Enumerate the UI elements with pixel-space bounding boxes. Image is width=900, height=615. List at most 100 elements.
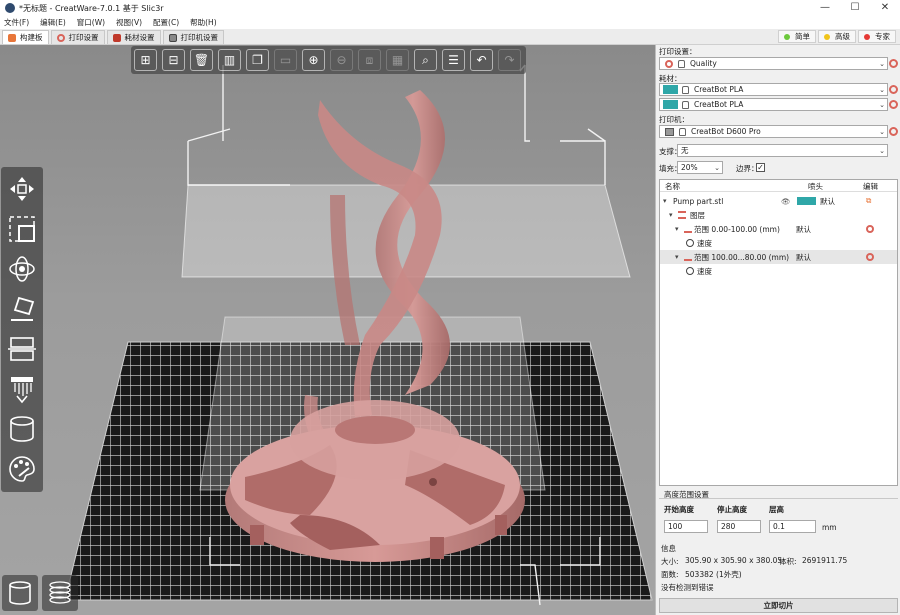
mode-simple-dot — [784, 33, 790, 40]
stop-height-label: 停止高度 — [717, 505, 747, 514]
menu-edit[interactable]: 编辑(E) — [40, 17, 66, 28]
split-parts-icon: ▦ — [391, 53, 404, 67]
cut-tool-button[interactable] — [4, 331, 40, 367]
chevron-down-icon: ⌄ — [879, 60, 885, 68]
collapse-icon[interactable]: ▾ — [669, 211, 673, 219]
layer-editing-button[interactable]: ☰ — [442, 49, 465, 71]
3d-view-button[interactable] — [2, 575, 38, 611]
undo-icon: ↶ — [476, 53, 487, 67]
paint-tool-button[interactable] — [4, 451, 40, 487]
gear-icon — [56, 33, 65, 42]
layers-label: 图层 — [690, 210, 705, 220]
split-objects-button[interactable]: ⧈ — [358, 49, 381, 71]
print-settings-combo[interactable]: Quality ⌄ — [659, 57, 888, 70]
mode-simple-label: 简单 — [795, 32, 810, 41]
collapse-icon[interactable]: ▾ — [663, 197, 667, 205]
infill-combo[interactable]: 20% ⌄ — [677, 161, 723, 174]
arrange-button[interactable]: ▥ — [218, 49, 241, 71]
filament-value-2: CreatBot PLA — [694, 100, 744, 109]
print-settings-label: 打印设置： — [659, 47, 697, 56]
app-logo-icon — [5, 3, 15, 13]
filament-color-swatch — [663, 85, 678, 94]
close-button[interactable]: ✕ — [870, 0, 900, 16]
cut-icon — [8, 337, 36, 361]
filament-combo-2[interactable]: CreatBot PLA ⌄ — [659, 98, 888, 111]
add-instance-button[interactable]: ⊕ — [302, 49, 325, 71]
scale-tool-button[interactable] — [4, 211, 40, 247]
edit-print-settings-icon[interactable] — [889, 59, 898, 68]
menu-window[interactable]: 窗口(W) — [77, 17, 105, 28]
collapse-icon[interactable]: ▾ — [675, 225, 679, 233]
edit-printer-icon[interactable] — [889, 127, 898, 136]
mode-advanced-label: 高级 — [835, 32, 850, 41]
mode-advanced[interactable]: 高级 — [818, 30, 856, 43]
rotate-icon — [9, 256, 35, 282]
tab-printer-settings[interactable]: 打印机设置 — [162, 30, 224, 44]
eye-icon[interactable]: 👁 — [781, 197, 791, 206]
stop-height-input[interactable]: 280 — [717, 520, 761, 533]
start-height-input[interactable]: 100 — [664, 520, 708, 533]
menu-config[interactable]: 配置(C) — [153, 17, 179, 28]
brim-checkbox[interactable]: ✓ — [756, 163, 765, 172]
object-row[interactable]: ▾ Pump part.stl 👁 默认 ⧉ — [660, 194, 897, 208]
collapse-icon[interactable]: ▾ — [675, 253, 679, 261]
add-object-button[interactable]: ⊞ — [134, 49, 157, 71]
printer-value: CreatBot D600 Pro — [691, 127, 761, 136]
rotate-tool-button[interactable] — [4, 251, 40, 287]
maximize-button[interactable]: ☐ — [840, 0, 870, 16]
menu-view[interactable]: 视图(V) — [116, 17, 142, 28]
menu-help[interactable]: 帮助(H) — [190, 17, 217, 28]
lock-icon — [682, 100, 689, 109]
range-2-settings-icon[interactable] — [866, 253, 874, 261]
hollow-tool-button[interactable] — [4, 411, 40, 447]
slice-now-button[interactable]: 立即切片 — [659, 598, 898, 613]
split-parts-button[interactable]: ▦ — [386, 49, 409, 71]
mode-simple[interactable]: 简单 — [778, 30, 816, 43]
plater-icon — [8, 33, 16, 42]
split-icon: ⧈ — [365, 52, 374, 67]
range-2-speed-row[interactable]: 速度 — [660, 264, 897, 278]
tab-print-settings[interactable]: 打印设置 — [50, 30, 105, 44]
tab-filament-settings-label: 耗材设置 — [124, 33, 155, 42]
support-paint-button[interactable] — [4, 371, 40, 407]
delete-all-button[interactable]: 🗑 — [190, 49, 213, 71]
minimize-button[interactable]: — — [810, 0, 840, 16]
object-list-header: 名称 喷头 编辑 — [660, 180, 897, 192]
3d-view-icon — [9, 581, 31, 605]
printer-icon — [168, 33, 177, 42]
layer-preview-icon — [49, 581, 71, 604]
range-row-2[interactable]: ▾ 范围 100.00...80.00 (mm) 默认 — [660, 250, 897, 264]
search-button[interactable]: ⌕ — [414, 49, 437, 71]
copy-button[interactable]: ❐ — [246, 49, 269, 71]
palette-icon — [9, 456, 35, 482]
lock-icon — [678, 59, 685, 68]
layer-height-input[interactable]: 0.1 — [769, 520, 816, 533]
arrange-icon: ▥ — [223, 53, 236, 67]
place-on-face-button[interactable] — [4, 291, 40, 327]
layers-row[interactable]: ▾ 图层 — [660, 208, 897, 222]
printer-combo[interactable]: CreatBot D600 Pro ⌄ — [659, 125, 888, 138]
range-1-speed-row[interactable]: 速度 — [660, 236, 897, 250]
menu-file[interactable]: 文件(F) — [4, 17, 29, 28]
range-1-settings-icon[interactable] — [866, 225, 874, 233]
tab-plater[interactable]: 构建板 — [2, 30, 49, 44]
preview-view-button[interactable] — [42, 575, 78, 611]
mode-expert[interactable]: 专家 — [858, 30, 896, 43]
size-value: 305.90 x 305.90 x 380.05 — [685, 556, 783, 565]
tab-filament-settings[interactable]: 耗材设置 — [106, 30, 161, 44]
object-list: 名称 喷头 编辑 ▾ Pump part.stl 👁 默认 ⧉ ▾ 图层 ▾ 范… — [659, 179, 898, 486]
paste-button[interactable]: ▭ — [274, 49, 297, 71]
edit-filament-1-icon[interactable] — [889, 85, 898, 94]
edit-object-icon[interactable]: ⧉ — [866, 196, 871, 206]
remove-object-button[interactable]: ⊟ — [162, 49, 185, 71]
filament-combo-1[interactable]: CreatBot PLA ⌄ — [659, 83, 888, 96]
object-name: Pump part.stl — [673, 196, 724, 206]
remove-instance-button[interactable]: ⊖ — [330, 49, 353, 71]
move-tool-button[interactable] — [4, 171, 40, 207]
undo-button[interactable]: ↶ — [470, 49, 493, 71]
3d-viewport[interactable]: ⊞ ⊟ 🗑 ▥ ❐ ▭ ⊕ ⊖ ⧈ ▦ ⌕ ☰ ↶ ↷ — [0, 45, 655, 615]
support-combo[interactable]: 无 ⌄ — [677, 144, 888, 157]
edit-filament-2-icon[interactable] — [889, 100, 898, 109]
range-row-1[interactable]: ▾ 范围 0.00-100.00 (mm) 默认 — [660, 222, 897, 236]
redo-button[interactable]: ↷ — [498, 49, 521, 71]
